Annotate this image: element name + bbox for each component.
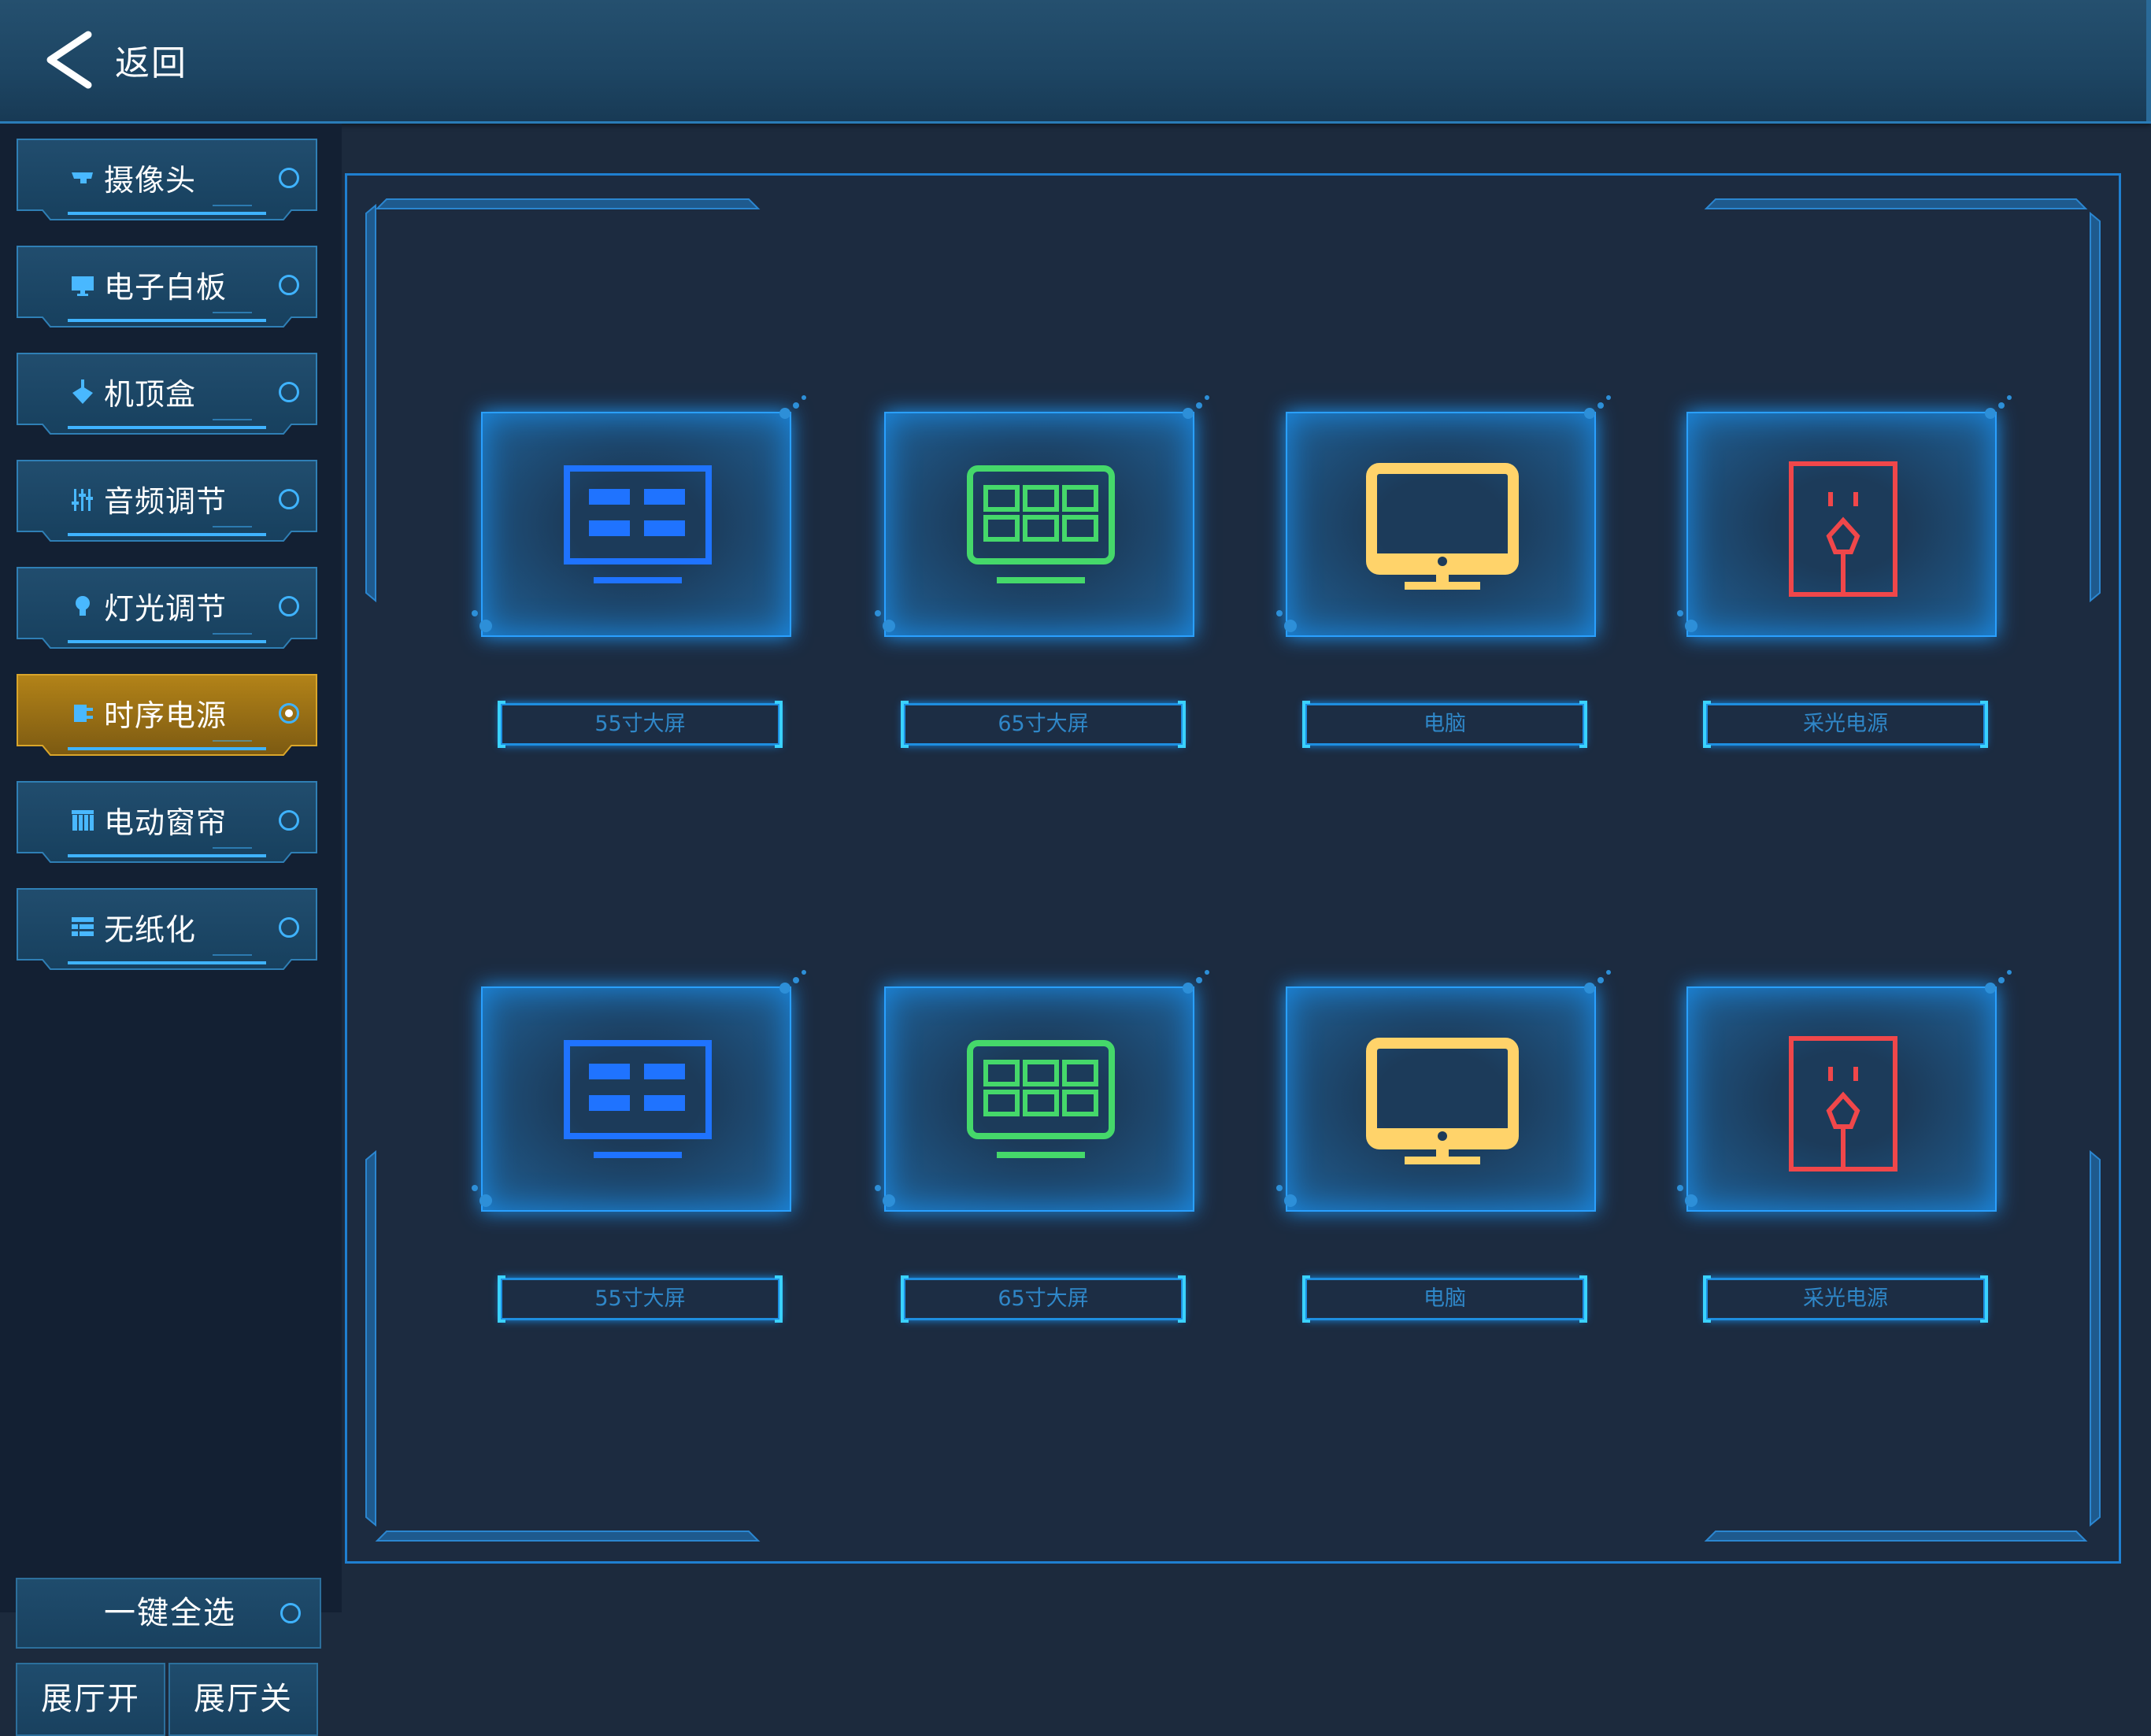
device-tile[interactable] (1686, 412, 1997, 637)
sidebar-item-content: 电动窗帘 (69, 780, 227, 859)
sidebar-item-radio[interactable] (279, 382, 299, 402)
sidebar-item-7[interactable]: 电动窗帘 (16, 780, 318, 865)
back-label: 返回 (115, 43, 187, 83)
corner-dots-decoration (472, 610, 492, 632)
corner-dots-decoration (1985, 395, 2012, 419)
corner-dots-decoration (1677, 610, 1697, 632)
device-tile[interactable] (1686, 986, 1997, 1212)
device-label[interactable]: 55寸大屏 (498, 1275, 783, 1323)
sidebar-item-1[interactable]: 摄像头 (16, 138, 318, 223)
corner-dots-decoration (1677, 1185, 1697, 1207)
sidebar-item-content: 电子白板 (69, 245, 227, 324)
device-tile[interactable] (1286, 412, 1596, 637)
sidebar-item-label: 灯光调节 (104, 590, 228, 626)
device-label[interactable]: 电脑 (1302, 1275, 1587, 1323)
corner-dots-decoration (875, 610, 895, 632)
corner-dots-decoration (779, 395, 806, 419)
sidebar-item-8[interactable]: 无纸化 (16, 887, 318, 972)
sidebar-item-radio[interactable] (279, 917, 299, 938)
chevron-left-icon (46, 31, 92, 89)
device-tile[interactable] (884, 412, 1194, 637)
device-label[interactable]: 采光电源 (1703, 701, 1988, 748)
select-all-label: 一键全选 (104, 1595, 236, 1631)
corner-dots-decoration (875, 1185, 895, 1207)
sidebar-item-label: 时序电源 (104, 698, 228, 733)
corner-dots-decoration (1183, 970, 1209, 994)
sidebar-item-content: 机顶盒 (69, 352, 196, 431)
bulb-icon (69, 592, 96, 619)
sidebar-item-content: 时序电源 (69, 673, 227, 752)
corner-dots-decoration (1985, 970, 2012, 994)
device-label[interactable]: 采光电源 (1703, 1275, 1988, 1323)
sidebar-item-content: 音频调节 (69, 459, 227, 538)
sidebar-item-radio[interactable] (279, 596, 299, 616)
select-all-button[interactable]: 一键全选 (16, 1578, 321, 1649)
sidebar-item-6[interactable]: 时序电源 (16, 673, 318, 758)
plug-icon (69, 699, 96, 726)
header-bar: 返回 (0, 0, 2151, 124)
corner-dots-decoration (472, 1185, 492, 1207)
sidebar-item-label: 摄像头 (104, 162, 197, 198)
sidebar-item-radio[interactable] (279, 168, 299, 188)
back-button[interactable]: 返回 (39, 28, 187, 91)
device-label[interactable]: 65寸大屏 (901, 701, 1186, 748)
list-icon (69, 913, 96, 940)
device-tile[interactable] (481, 986, 791, 1212)
corner-dots-decoration (1584, 395, 1611, 419)
device-tile[interactable] (884, 986, 1194, 1212)
corner-dots-decoration (1276, 610, 1297, 632)
sidebar-item-label: 电动窗帘 (104, 805, 228, 840)
camera-icon (69, 164, 96, 191)
sidebar-item-label: 音频调节 (104, 483, 228, 519)
monitor-icon (69, 271, 96, 298)
sidebar-item-radio[interactable] (279, 810, 299, 831)
sidebar-item-3[interactable]: 机顶盒 (16, 352, 318, 437)
equalizer-icon (69, 485, 96, 512)
sidebar-item-label: 电子白板 (104, 269, 228, 305)
sidebar-item-label: 无纸化 (104, 912, 197, 947)
select-all-radio[interactable] (280, 1603, 301, 1623)
sidebar-item-label: 机顶盒 (104, 376, 197, 412)
device-label[interactable]: 65寸大屏 (901, 1275, 1186, 1323)
sidebar-item-radio[interactable] (279, 703, 299, 724)
sidebar-item-4[interactable]: 音频调节 (16, 459, 318, 544)
corner-dots-decoration (779, 970, 806, 994)
header-edge (2146, 0, 2151, 121)
sidebar-item-content: 摄像头 (69, 138, 196, 217)
corner-dots-decoration (1276, 1185, 1297, 1207)
corner-dots-decoration (1183, 395, 1209, 419)
device-tile[interactable] (1286, 986, 1596, 1212)
sidebar-item-radio[interactable] (279, 489, 299, 509)
curtain-icon (69, 806, 96, 833)
sidebar-item-radio[interactable] (279, 275, 299, 295)
hall-on-button[interactable]: 展厅开 (16, 1663, 165, 1736)
device-label[interactable]: 55寸大屏 (498, 701, 783, 748)
sidebar-item-2[interactable]: 电子白板 (16, 245, 318, 330)
panel-frame-decoration (365, 198, 2101, 1542)
sidebar: 摄像头电子白板机顶盒音频调节灯光调节时序电源电动窗帘无纸化 一键全选 展厅开 展… (0, 124, 342, 1736)
sidebar-item-5[interactable]: 灯光调节 (16, 566, 318, 651)
corner-dots-decoration (1584, 970, 1611, 994)
device-tile[interactable] (481, 412, 791, 637)
hall-off-button[interactable]: 展厅关 (168, 1663, 318, 1736)
device-label[interactable]: 电脑 (1302, 701, 1587, 748)
sidebar-item-content: 灯光调节 (69, 566, 227, 645)
device-panel: 55寸大屏 65寸大屏 电脑 采光电源 55寸大屏 65寸大屏 电脑 采光电源 (345, 173, 2121, 1564)
sidebar-item-content: 无纸化 (69, 887, 196, 966)
download-icon (69, 378, 96, 405)
